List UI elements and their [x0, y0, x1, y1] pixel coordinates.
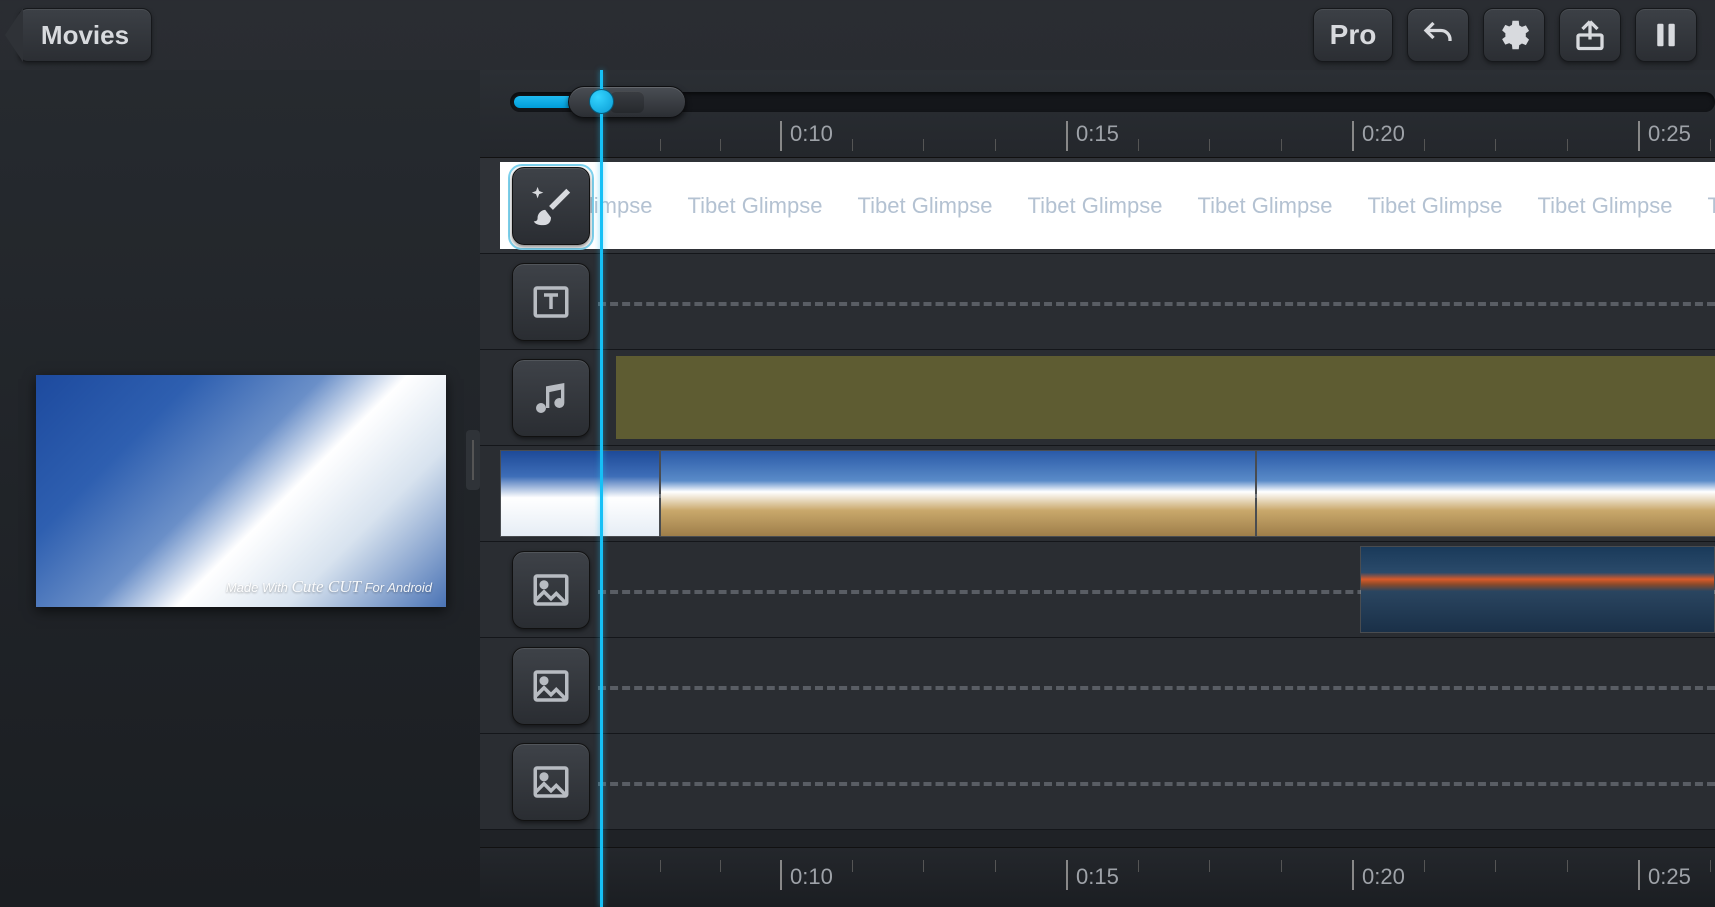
- gear-icon: [1495, 16, 1533, 54]
- text-box-icon: [530, 281, 572, 323]
- share-icon: [1572, 17, 1608, 53]
- title-clip-text: Tibet Glimpse: [670, 193, 840, 219]
- video-clip[interactable]: [500, 450, 660, 537]
- pro-button[interactable]: Pro: [1313, 8, 1393, 62]
- playhead-knob[interactable]: [589, 89, 614, 114]
- ruler-bottom[interactable]: 0:10 0:15 0:20 0:25: [480, 847, 1715, 907]
- watermark-prefix: Made With: [226, 580, 288, 595]
- ruler-top[interactable]: 0:10 0:15 0:20 0:25: [480, 70, 1715, 158]
- preview-watermark: Made With Cute CUT For Android: [226, 577, 432, 597]
- top-toolbar: Movies Pro: [0, 0, 1715, 70]
- image-icon: [530, 569, 572, 611]
- video-track-3-button[interactable]: [512, 647, 590, 725]
- title-clip-text: Tibet Glimpse: [1350, 193, 1520, 219]
- pause-icon: [1651, 19, 1681, 51]
- preview-panel: Made With Cute CUT For Android: [0, 70, 480, 907]
- track-video-4[interactable]: [480, 734, 1715, 830]
- title-clip-text: Tibet Glimpse: [840, 193, 1010, 219]
- back-button[interactable]: Movies: [18, 8, 152, 62]
- undo-button[interactable]: [1407, 8, 1469, 62]
- title-clip-text: Tibet Glimpse: [1690, 193, 1715, 219]
- tick-label: 0:20: [1362, 121, 1405, 147]
- tick-label: 0:25: [1648, 864, 1691, 890]
- timeline: 0:10 0:15 0:20 0:25 Tibet Glimpse Tibet …: [480, 70, 1715, 907]
- tick-label: 0:10: [790, 864, 833, 890]
- track-text[interactable]: [480, 254, 1715, 350]
- title-clip-text: Tibet Glimpse: [1520, 193, 1690, 219]
- image-icon: [530, 665, 572, 707]
- pro-label: Pro: [1330, 19, 1377, 51]
- tick-label: 0:15: [1076, 864, 1119, 890]
- back-label: Movies: [41, 20, 129, 51]
- zoom-slider-knob[interactable]: [568, 86, 686, 118]
- video-track-2-button[interactable]: [512, 551, 590, 629]
- effects-track-button[interactable]: [512, 167, 590, 245]
- tick-label: 0:25: [1648, 121, 1691, 147]
- settings-button[interactable]: [1483, 8, 1545, 62]
- video-clip[interactable]: [660, 450, 1256, 537]
- empty-track-line: [598, 686, 1715, 690]
- video-clip[interactable]: [1360, 546, 1715, 633]
- title-clip-text: Tibet Glimpse: [1010, 193, 1180, 219]
- watermark-brand: Cute CUT: [292, 577, 361, 596]
- title-clip[interactable]: Tibet Glimpse Tibet Glimpse Tibet Glimps…: [500, 162, 1715, 249]
- tracks-area[interactable]: Tibet Glimpse Tibet Glimpse Tibet Glimps…: [480, 158, 1715, 847]
- paintbrush-sparkle-icon: [528, 183, 574, 229]
- music-note-icon: [531, 378, 571, 418]
- image-icon: [530, 761, 572, 803]
- pause-button[interactable]: [1635, 8, 1697, 62]
- video-clip[interactable]: [1256, 450, 1715, 537]
- playhead[interactable]: [600, 70, 603, 907]
- empty-track-line: [598, 782, 1715, 786]
- preview-thumbnail[interactable]: Made With Cute CUT For Android: [36, 375, 446, 607]
- audio-track-button[interactable]: [512, 359, 590, 437]
- toolbar-right-group: Pro: [1313, 8, 1697, 62]
- empty-track-line: [598, 302, 1715, 306]
- video-track-4-button[interactable]: [512, 743, 590, 821]
- title-clip-text: Tibet Glimpse: [1180, 193, 1350, 219]
- watermark-suffix: For Android: [365, 580, 432, 595]
- tick-label: 0:10: [790, 121, 833, 147]
- audio-clip[interactable]: [616, 356, 1715, 439]
- track-effects[interactable]: Tibet Glimpse Tibet Glimpse Tibet Glimps…: [480, 158, 1715, 254]
- preview-image: [36, 375, 446, 607]
- tick-label: 0:20: [1362, 864, 1405, 890]
- undo-icon: [1420, 17, 1456, 53]
- track-video-1[interactable]: [480, 446, 1715, 542]
- track-video-3[interactable]: [480, 638, 1715, 734]
- share-button[interactable]: [1559, 8, 1621, 62]
- track-audio[interactable]: [480, 350, 1715, 446]
- tick-label: 0:15: [1076, 121, 1119, 147]
- zoom-slider-track[interactable]: [510, 92, 1715, 112]
- track-video-2[interactable]: [480, 542, 1715, 638]
- text-track-button[interactable]: [512, 263, 590, 341]
- panel-resize-handle[interactable]: [466, 430, 480, 490]
